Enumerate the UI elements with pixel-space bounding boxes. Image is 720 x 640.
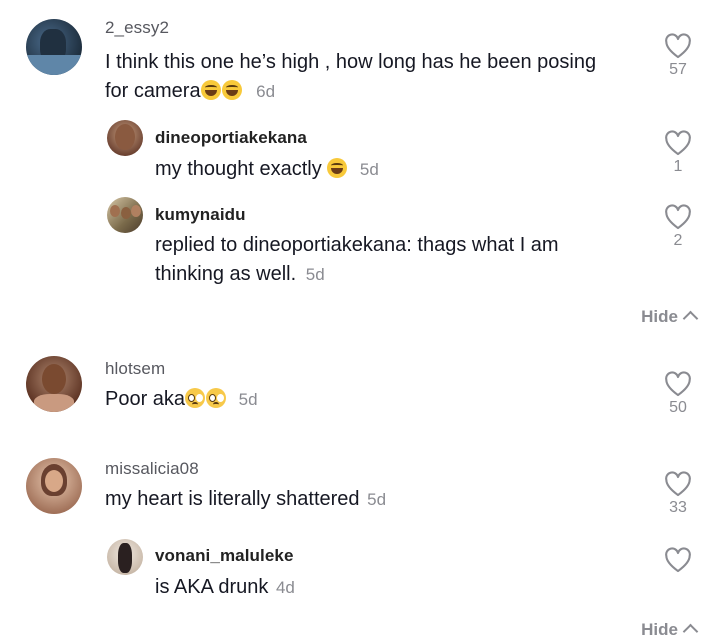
reply-text-line: thinking as well. [155,263,297,285]
grinning-squinting-face-icon [221,80,242,100]
like-button[interactable] [658,547,698,573]
comment-time: 5d [238,390,258,409]
comment-username[interactable]: missalicia08 [105,459,199,479]
reply-text-content: is AKA drunk [155,576,269,598]
like-button[interactable]: 50 [658,371,698,417]
reply-username[interactable]: dineoportiakekana [155,128,307,148]
chevron-up-icon [682,310,699,327]
hide-label: Hide [641,620,678,639]
reply-username[interactable]: kumynaidu [155,205,246,225]
hide-label: Hide [641,307,678,326]
avatar[interactable] [26,19,82,75]
comment-time: 6d [256,82,276,101]
chevron-up-icon [682,623,699,640]
comment-text-content: Poor aka [105,388,186,410]
heart-outline-icon [665,204,691,230]
avatar[interactable] [26,458,82,514]
like-count: 1 [673,158,683,175]
reply-time: 5d [359,160,379,179]
like-button[interactable]: 2 [658,204,698,250]
reply-text: my thought exactly 5d [155,155,675,184]
like-button[interactable]: 33 [658,471,698,517]
reply-text-content: my thought exactly [155,158,322,180]
comment-username[interactable]: 2_essy2 [105,18,169,38]
comment-text: my heart is literally shattered 5d [105,485,625,514]
avatar[interactable] [107,539,143,575]
avatar[interactable] [107,120,143,156]
avatar[interactable] [26,356,82,412]
pleading-face-icon [185,388,206,408]
comment-text-line: I think this one he’s high , how long ha… [105,51,597,73]
hide-replies-button[interactable]: Hide [641,620,699,640]
reply-text: is AKA drunk 4d [155,573,675,602]
comment-text-content: my heart is literally shattered [105,488,360,510]
like-count: 2 [673,232,683,249]
hide-replies-button[interactable]: Hide [641,307,699,327]
heart-outline-icon [665,371,691,397]
reply-username[interactable]: vonani_maluleke [155,546,294,566]
avatar[interactable] [107,197,143,233]
comment-text: I think this one he’s high , how long ha… [105,48,625,106]
like-count: 57 [669,61,687,78]
comment-text-line: for camera [105,80,201,102]
pleading-face-icon [206,388,227,408]
grinning-squinting-face-icon [200,80,221,100]
like-count: 50 [669,399,687,416]
comment-time: 5d [367,490,387,509]
reply-text: replied to dineoportiakekana: thags what… [155,231,675,289]
reply-text-line: replied to dineoportiakekana: thags what… [155,234,559,256]
heart-outline-icon [665,130,691,156]
like-count: 33 [669,499,687,516]
heart-outline-icon [665,33,691,59]
like-button[interactable]: 57 [658,33,698,79]
heart-outline-icon [665,547,691,573]
heart-outline-icon [665,471,691,497]
reply-time: 5d [305,265,325,284]
grinning-squinting-face-icon [327,158,348,178]
comment-username[interactable]: hlotsem [105,359,165,379]
like-button[interactable]: 1 [658,130,698,176]
comment-text: Poor aka 5d [105,385,625,414]
reply-time: 4d [275,578,295,597]
